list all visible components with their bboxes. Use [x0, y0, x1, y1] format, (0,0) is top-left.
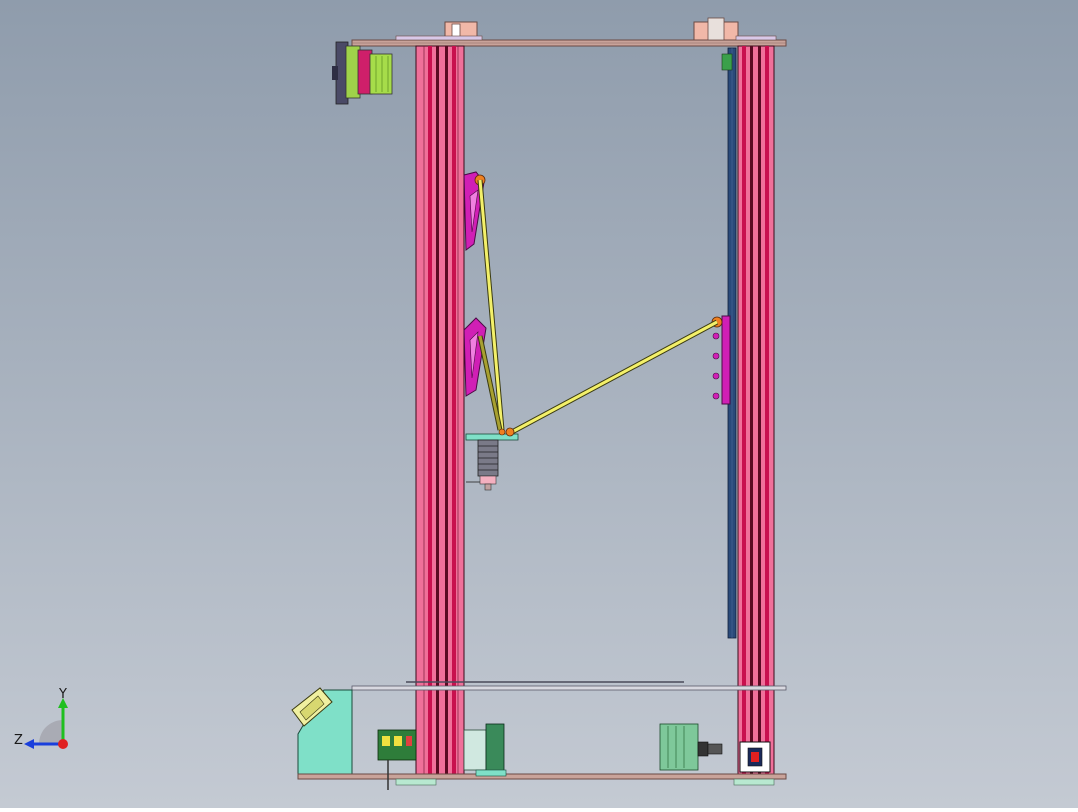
y-axis-label: Y: [58, 687, 67, 702]
left-column[interactable]: [415, 45, 465, 777]
power-socket[interactable]: [739, 741, 771, 773]
triad-arc: [39, 720, 63, 744]
z-axis-arrowhead: [24, 739, 34, 749]
cad-viewport[interactable]: Y Z: [0, 0, 1078, 808]
z-axis-label: Z: [14, 733, 23, 748]
motor-left[interactable]: [463, 723, 507, 777]
x-axis-dot: [58, 739, 68, 749]
model-canvas[interactable]: [0, 0, 1078, 808]
coordinate-triad[interactable]: Y Z: [10, 680, 80, 760]
